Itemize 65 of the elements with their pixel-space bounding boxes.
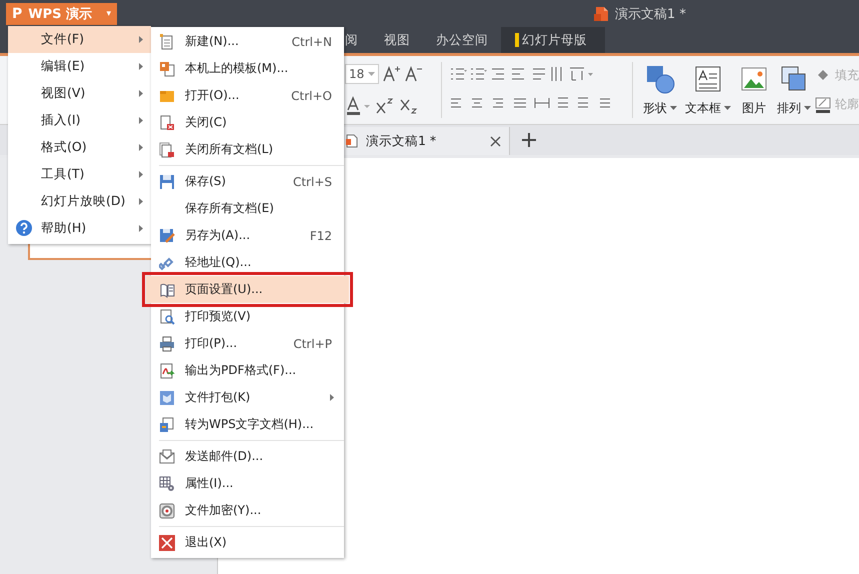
font-size-field[interactable]: 18: [345, 64, 379, 84]
ribbon-tab[interactable]: 幻灯片母版: [501, 27, 605, 53]
menu-item[interactable]: 新建(N)... Ctrl+N: [151, 28, 344, 55]
close-icon[interactable]: [490, 136, 501, 146]
ribbon-tab[interactable]: 视图: [371, 27, 423, 53]
menu-item-icon: [159, 362, 175, 378]
ribbon-tab[interactable]: 办公空间: [423, 27, 501, 53]
menu-item[interactable]: 发送邮件(D)...: [151, 443, 344, 470]
menu-item-icon: [159, 60, 175, 76]
menu-item-icon: [159, 336, 175, 352]
ribbon-button[interactable]: 文本框: [681, 64, 735, 116]
menu-item[interactable]: 转为WPS文字文档(H)...: [151, 411, 344, 438]
font-color-icon[interactable]: [345, 96, 371, 116]
menu-item[interactable]: 保存(S) Ctrl+S: [151, 168, 344, 195]
menu-item[interactable]: 保存所有文档(E): [151, 195, 344, 222]
menu-item[interactable]: 打印(P)... Ctrl+P: [151, 330, 344, 357]
menu-item-icon: [159, 416, 175, 432]
add-tab-icon[interactable]: [522, 133, 536, 147]
ribbon-button[interactable]: 排列: [773, 64, 815, 116]
menu-item-icon: [159, 448, 175, 464]
menu-item[interactable]: 文件加密(Y)...: [151, 497, 344, 524]
presentation-file-icon: [593, 6, 610, 22]
menu-item[interactable]: 另存为(A)... F12: [151, 222, 344, 249]
shrink-font-icon[interactable]: [405, 65, 423, 83]
menu-item[interactable]: 打印预览(V): [151, 303, 344, 330]
menu-item[interactable]: 帮助(H): [8, 215, 151, 242]
help-icon: [16, 220, 32, 236]
ribbon-button[interactable]: 形状: [639, 64, 681, 116]
menu-item-icon: [159, 282, 175, 298]
menu-item[interactable]: 退出(X): [151, 529, 344, 556]
menu-item[interactable]: 幻灯片放映(D): [8, 188, 151, 215]
pen-line-icon: [815, 96, 831, 112]
ribbon-button[interactable]: 图片: [735, 64, 773, 116]
menu-item[interactable]: 格式(O): [8, 134, 151, 161]
menu-item-icon: [159, 390, 175, 406]
menu-item[interactable]: 文件打包(K): [151, 384, 344, 411]
menu-item[interactable]: 页面设置(U)...: [146, 276, 349, 303]
menu-item[interactable]: 打开(O)... Ctrl+O: [151, 82, 344, 109]
ribbon-tab[interactable]: 阅: [345, 27, 371, 53]
menu-item-icon: [159, 502, 175, 518]
menu-item-icon: [159, 114, 175, 130]
grow-font-icon[interactable]: [383, 65, 401, 83]
menu-item[interactable]: 编辑(E): [8, 53, 151, 80]
menu-item-icon: [159, 34, 175, 50]
menu-item-icon: [159, 142, 175, 158]
menu-item[interactable]: 输出为PDF格式(F)...: [151, 357, 344, 384]
subscript-icon[interactable]: [399, 97, 419, 115]
menu-item[interactable]: 文件(F): [8, 26, 151, 53]
menu-item[interactable]: 轻地址(Q)...: [151, 249, 344, 276]
presentation-file-icon: [346, 134, 358, 148]
menu-item[interactable]: 本机上的模板(M)...: [151, 55, 344, 82]
menu-item-icon: [159, 308, 175, 324]
menu-item-icon: [159, 534, 175, 550]
menu-item[interactable]: 插入(I): [8, 107, 151, 134]
menu-item[interactable]: 属性(I)...: [151, 470, 344, 497]
shapes-icon: [645, 64, 675, 94]
menu-item[interactable]: 工具(T): [8, 161, 151, 188]
superscript-icon[interactable]: [375, 97, 395, 115]
menu-item[interactable]: 视图(V): [8, 80, 151, 107]
menu-item-icon: [159, 476, 175, 492]
menu-item-icon: [159, 228, 175, 244]
text-box-icon: [693, 64, 723, 94]
menu-item-icon: [159, 174, 175, 190]
window-title: 演示文稿1 *: [615, 6, 686, 22]
caret-icon: [368, 72, 375, 76]
